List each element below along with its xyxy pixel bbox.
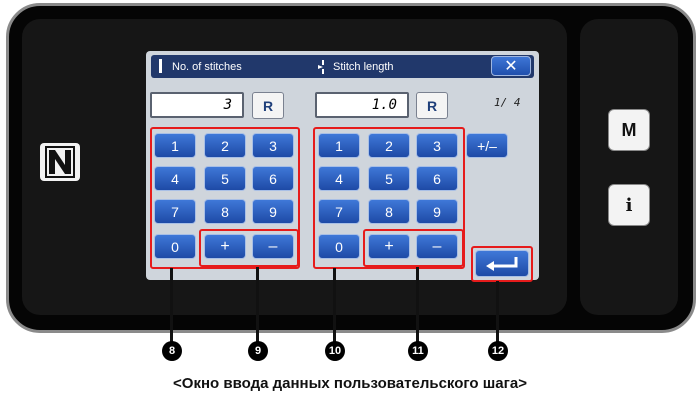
right-sign-highlight: [363, 229, 464, 267]
page-indicator: 1/ 4: [494, 96, 521, 109]
stitches-reset-button[interactable]: R: [252, 92, 284, 119]
tab-stitch-length[interactable]: Stitch length: [333, 61, 394, 73]
figure-caption: <Окно ввода данных пользовательского шаг…: [173, 375, 527, 392]
side-screen: [580, 19, 678, 315]
mode-button[interactable]: M: [608, 109, 650, 151]
marker-8: 8: [162, 341, 182, 361]
sign-toggle-button[interactable]: +/–: [466, 133, 508, 158]
left-sign-highlight: [199, 229, 299, 267]
close-icon: ✕: [504, 58, 518, 75]
length-display: 1.0: [315, 92, 409, 118]
stitches-tab-icon: [159, 59, 162, 73]
marker-12: 12: [488, 341, 508, 361]
nfc-icon: [40, 143, 80, 181]
tab-stitches[interactable]: No. of stitches: [172, 61, 242, 73]
leader-line-10: [333, 268, 336, 342]
leader-line-9: [256, 267, 259, 342]
enter-highlight: [471, 246, 533, 282]
marker-9: 9: [248, 341, 268, 361]
close-button[interactable]: ✕: [491, 56, 531, 76]
length-reset-button[interactable]: R: [416, 92, 448, 119]
leader-line-12: [496, 281, 499, 342]
stitch-length-icon: [318, 60, 324, 74]
marker-11: 11: [408, 341, 428, 361]
info-button[interactable]: i: [608, 184, 650, 226]
leader-line-11: [416, 267, 419, 342]
stitches-display: 3: [150, 92, 244, 118]
marker-10: 10: [325, 341, 345, 361]
leader-line-8: [170, 268, 173, 342]
